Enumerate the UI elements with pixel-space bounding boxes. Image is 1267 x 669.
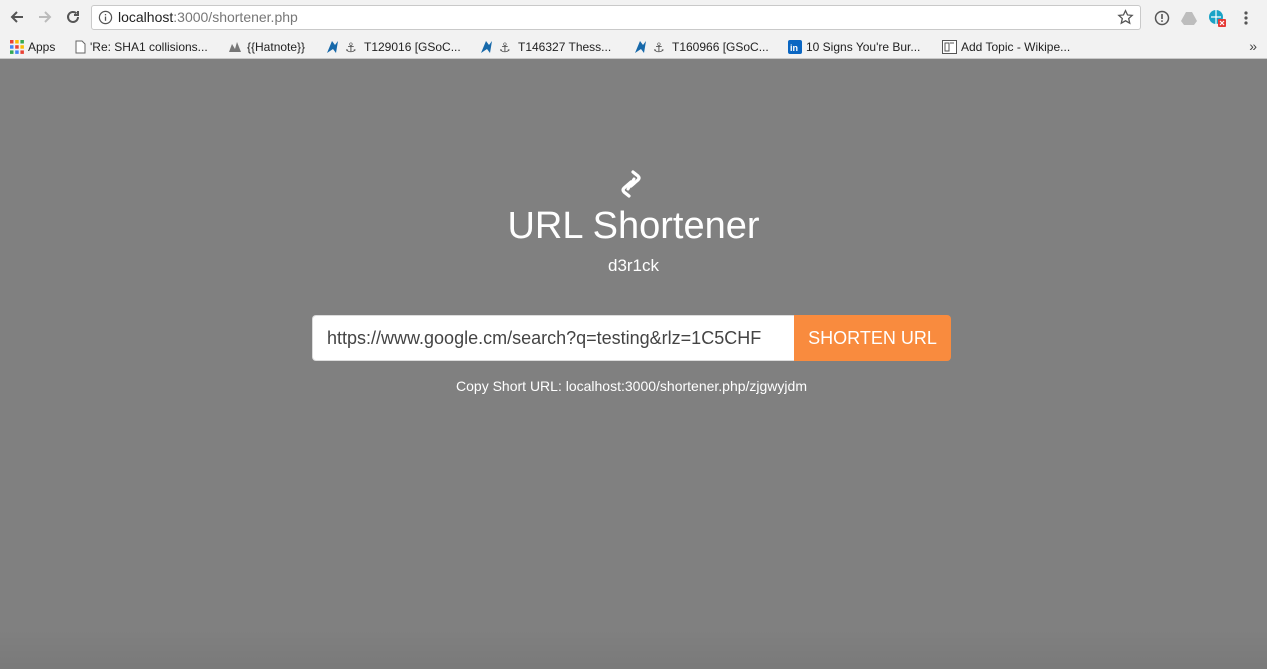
svg-text:⚓: ⚓: [653, 41, 665, 55]
svg-text:⚓: ⚓: [345, 41, 357, 55]
chain-link-icon: [621, 170, 641, 198]
bookmark-t146327[interactable]: ⚓ T146327 Thess...: [480, 38, 611, 56]
linkedin-icon: in: [788, 40, 802, 54]
kebab-menu-icon: [1244, 11, 1248, 25]
bookmark-label: T160966 [GSoC...: [672, 40, 769, 54]
circle-info-icon: [1154, 10, 1170, 26]
shorten-url-button[interactable]: SHORTEN URL: [794, 315, 951, 361]
bookmark-linkedin[interactable]: in 10 Signs You're Bur...: [788, 38, 920, 56]
more-bookmarks-button[interactable]: »: [1249, 38, 1257, 54]
bookmark-label: 'Re: SHA1 collisions...: [90, 40, 208, 54]
globe-icon: [1209, 10, 1226, 27]
bookmark-t160966[interactable]: ⚓ T160966 [GSoC...: [634, 38, 769, 56]
phabricator-icon: ⚓: [326, 39, 360, 55]
bookmark-star-icon[interactable]: [1117, 9, 1134, 26]
bookmark-sha1[interactable]: 'Re: SHA1 collisions...: [75, 38, 208, 56]
reload-icon: [67, 10, 79, 23]
bookmark-label: T129016 [GSoC...: [364, 40, 461, 54]
short-url-result[interactable]: Copy Short URL: localhost:3000/shortener…: [0, 378, 1263, 395]
page-content: URL Shortener d3r1ck SHORTEN URL Copy Sh…: [0, 59, 1267, 669]
extension-drive-button[interactable]: [1179, 8, 1199, 28]
reload-button[interactable]: [62, 6, 84, 28]
info-icon[interactable]: [98, 10, 113, 25]
forward-arrow-icon: [39, 11, 52, 23]
bookmark-wikipedia[interactable]: Add Topic - Wikipe...: [942, 38, 1070, 56]
drive-icon: [1181, 12, 1197, 25]
shorten-form: SHORTEN URL: [312, 315, 951, 361]
url-path: :3000/shortener.php: [173, 9, 298, 25]
phabricator-icon: ⚓: [480, 39, 514, 55]
bookmark-label: 10 Signs You're Bur...: [806, 40, 921, 54]
wikipedia-icon: [942, 40, 957, 54]
bookmark-label: Apps: [28, 40, 56, 54]
address-bar[interactable]: localhost:3000/shortener.php: [91, 5, 1141, 30]
back-button[interactable]: [6, 6, 28, 28]
page-icon: [75, 40, 86, 54]
browser-toolbar: localhost:3000/shortener.php: [0, 0, 1267, 35]
bookmark-label: {{Hatnote}}: [247, 40, 306, 54]
svg-text:⚓: ⚓: [499, 41, 511, 55]
svg-text:in: in: [790, 43, 798, 53]
page-title: URL Shortener: [507, 205, 760, 247]
apps-grid-icon: [10, 40, 24, 54]
url-text[interactable]: localhost:3000/shortener.php: [118, 9, 298, 26]
bookmarks-bar: Apps 'Re: SHA1 collisions... {{Hatnote}}…: [0, 35, 1267, 59]
extension-globe-button[interactable]: [1207, 8, 1227, 28]
chrome-menu-button[interactable]: [1236, 8, 1256, 28]
bookmark-apps[interactable]: Apps: [10, 38, 55, 56]
bookmark-t129016[interactable]: ⚓ T129016 [GSoC...: [326, 38, 461, 56]
bookmark-label: Add Topic - Wikipe...: [961, 40, 1071, 54]
hatnote-icon: [227, 40, 243, 54]
phabricator-icon: ⚓: [634, 39, 668, 55]
forward-button[interactable]: [34, 6, 56, 28]
bookmark-hatnote[interactable]: {{Hatnote}}: [227, 38, 305, 56]
url-input[interactable]: [312, 315, 794, 361]
page-subtitle: d3r1ck: [607, 256, 660, 275]
url-host: localhost: [118, 9, 174, 25]
bookmark-label: T146327 Thess...: [518, 40, 612, 54]
back-arrow-icon: [10, 11, 23, 23]
extension-info-button[interactable]: [1152, 8, 1172, 28]
